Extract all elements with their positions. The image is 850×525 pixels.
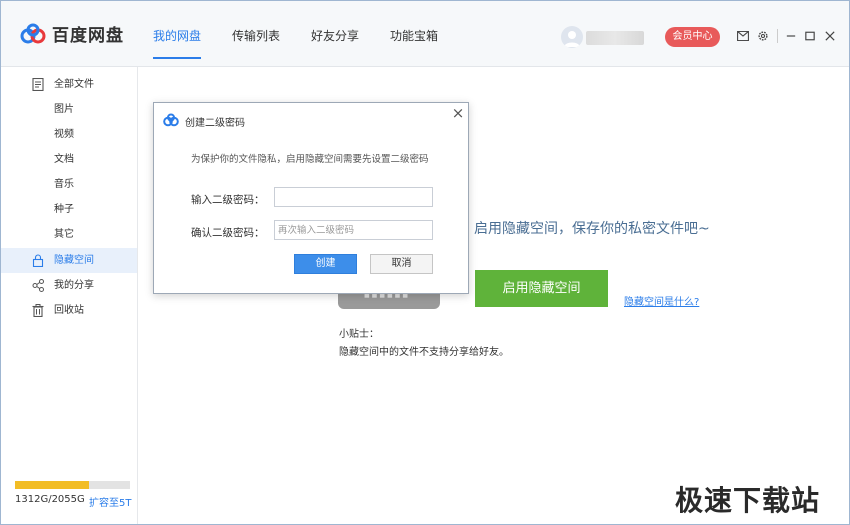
gear-icon[interactable] — [754, 27, 772, 45]
sidebar-item-label: 我的分享 — [54, 280, 94, 291]
storage-bar — [15, 481, 130, 489]
sidebar-item-label: 音乐 — [54, 179, 74, 190]
app-logo[interactable]: 百度网盘 — [19, 21, 124, 46]
tab-friend-share[interactable]: 好友分享 — [311, 1, 359, 67]
main-nav: 我的网盘 传输列表 好友分享 功能宝箱 — [153, 1, 469, 67]
sidebar-item-images[interactable]: 图片 — [1, 97, 137, 122]
cancel-button[interactable]: 取消 — [370, 254, 433, 274]
logo-text: 百度网盘 — [52, 26, 124, 46]
sidebar-item-my-share[interactable]: 我的分享 — [1, 273, 137, 298]
dialog-close-icon[interactable]: × — [450, 105, 466, 121]
dialog-description: 为保护你的文件隐私，启用隐藏空间需要先设置二级密码 — [191, 154, 429, 165]
trash-icon — [32, 304, 44, 317]
storage-usage-text: 1312G/2055G — [15, 494, 85, 505]
sidebar-item-torrents[interactable]: 种子 — [1, 197, 137, 222]
share-icon — [32, 279, 44, 292]
app-window: 百度网盘 我的网盘 传输列表 好友分享 功能宝箱 会员中心 全部文件 图片 视频… — [0, 0, 850, 525]
create-button[interactable]: 创建 — [294, 254, 357, 274]
sidebar-item-label: 全部文件 — [54, 79, 94, 90]
file-icon — [32, 78, 44, 91]
sidebar-item-label: 种子 — [54, 204, 74, 215]
sidebar-item-label: 文档 — [54, 154, 74, 165]
tab-my-disk[interactable]: 我的网盘 — [153, 1, 202, 67]
expand-storage-link[interactable]: 扩容至5T — [89, 494, 131, 509]
create-password-dialog: 创建二级密码 × 为保护你的文件隐私，启用隐藏空间需要先设置二级密码 输入二级密… — [153, 102, 469, 294]
sidebar-item-label: 图片 — [54, 104, 74, 115]
confirm-password-input[interactable] — [274, 220, 433, 240]
avatar[interactable] — [561, 26, 583, 48]
sidebar-item-hidden-space[interactable]: 隐藏空间 — [1, 248, 137, 273]
sidebar-item-music[interactable]: 音乐 — [1, 172, 137, 197]
header-divider — [777, 29, 778, 43]
hidden-space-slogan: 启用隐藏空间，保存你的私密文件吧~ — [474, 221, 710, 237]
sidebar-item-label: 隐藏空间 — [54, 255, 94, 266]
sidebar-item-recycle-bin[interactable]: 回收站 — [1, 298, 137, 323]
password-label: 输入二级密码： — [191, 194, 265, 206]
storage-bar-fill — [15, 481, 89, 489]
baidu-cloud-logo-icon — [163, 113, 179, 127]
dialog-title: 创建二级密码 — [185, 118, 245, 129]
tab-toolbox[interactable]: 功能宝箱 — [390, 1, 438, 67]
minimize-icon[interactable] — [782, 27, 800, 45]
mail-icon[interactable] — [734, 27, 752, 45]
tip-title: 小贴士： — [339, 329, 379, 340]
dialog-title-bar[interactable]: 创建二级密码 × — [154, 103, 468, 135]
sidebar-item-other[interactable]: 其它 — [1, 222, 137, 247]
maximize-icon[interactable] — [801, 27, 819, 45]
sidebar-item-documents[interactable]: 文档 — [1, 147, 137, 172]
sidebar-item-label: 视频 — [54, 129, 74, 140]
user-icon — [564, 31, 580, 47]
tip-text: 隐藏空间中的文件不支持分享给好友。 — [339, 347, 509, 358]
password-input[interactable] — [274, 187, 433, 207]
close-icon[interactable] — [821, 27, 839, 45]
sidebar-item-videos[interactable]: 视频 — [1, 122, 137, 147]
tab-transfer-list[interactable]: 传输列表 — [232, 1, 280, 67]
lock-icon — [32, 254, 44, 267]
sidebar-item-label: 回收站 — [54, 305, 84, 316]
baidu-cloud-logo-icon — [20, 23, 46, 43]
sidebar-item-all-files[interactable]: 全部文件 — [1, 72, 137, 97]
sidebar: 全部文件 图片 视频 文档 音乐 种子 其它 隐藏空间 我的分享 回收站 131… — [1, 67, 138, 524]
confirm-password-label: 确认二级密码： — [191, 227, 265, 239]
enable-hidden-space-button[interactable]: 启用隐藏空间 — [475, 270, 608, 307]
what-is-hidden-space-link[interactable]: 隐藏空间是什么? — [624, 293, 699, 308]
site-watermark: 极速下载站 — [675, 484, 821, 517]
sidebar-item-label: 其它 — [54, 229, 74, 240]
top-bar: 百度网盘 我的网盘 传输列表 好友分享 功能宝箱 会员中心 — [1, 1, 849, 67]
username-blurred[interactable] — [586, 31, 644, 45]
vip-center-button[interactable]: 会员中心 — [665, 27, 720, 47]
